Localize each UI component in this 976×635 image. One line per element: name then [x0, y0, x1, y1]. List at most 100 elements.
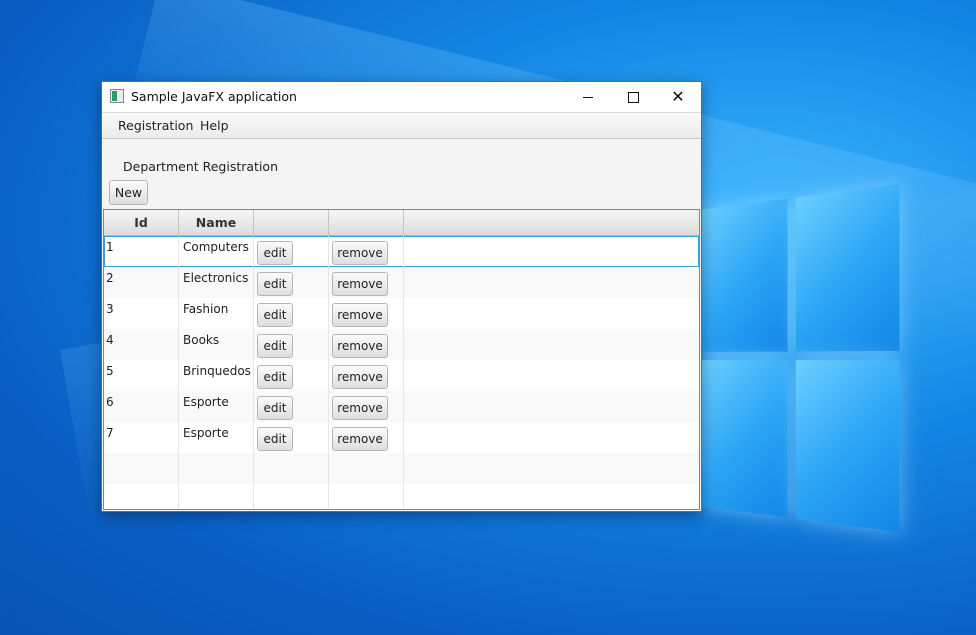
edit-button[interactable]: edit [257, 427, 293, 451]
filler-cell [404, 267, 699, 298]
javafx-app-icon [110, 89, 124, 103]
remove-button[interactable]: remove [332, 427, 388, 451]
edit-button[interactable]: edit [257, 241, 293, 265]
department-id: 1 [106, 240, 114, 254]
table-row[interactable]: 7 Esporte edit remove [104, 422, 699, 453]
id-cell [104, 453, 179, 484]
edit-button[interactable]: edit [257, 272, 293, 296]
close-icon: ✕ [671, 87, 685, 106]
close-button[interactable]: ✕ [655, 82, 701, 112]
edit-button[interactable]: edit [257, 303, 293, 327]
department-table: Id Name 1 Computers edit remove 2 Electronics… [103, 209, 700, 510]
table-header: Id Name [104, 210, 699, 236]
menu-bar: Registration Help [102, 112, 701, 139]
id-cell: 5 [104, 360, 179, 391]
empty-table-row[interactable] [104, 484, 699, 509]
filler-cell [404, 236, 699, 267]
table-row[interactable]: 5 Brinquedos edit remove [104, 360, 699, 391]
department-name: Fashion [183, 302, 229, 316]
name-cell [179, 484, 254, 509]
remove-button[interactable]: remove [332, 272, 388, 296]
menu-registration[interactable]: Registration [118, 118, 193, 133]
filler-cell [404, 391, 699, 422]
department-id: 4 [106, 333, 114, 347]
remove-button[interactable]: remove [332, 396, 388, 420]
remove-button[interactable]: remove [332, 365, 388, 389]
column-header-edit[interactable] [254, 210, 329, 235]
filler-cell [404, 329, 699, 360]
table-row[interactable]: 2 Electronics edit remove [104, 267, 699, 298]
remove-button[interactable]: remove [332, 303, 388, 327]
name-cell: Books [179, 329, 254, 360]
filler-cell [404, 360, 699, 391]
remove-button[interactable]: remove [332, 334, 388, 358]
maximize-button[interactable] [610, 82, 656, 112]
name-cell: Brinquedos [179, 360, 254, 391]
name-cell: Esporte [179, 422, 254, 453]
maximize-icon [627, 91, 639, 103]
department-id: 7 [106, 426, 114, 440]
title-bar[interactable]: Sample JavaFX application ✕ [102, 82, 701, 112]
table-row[interactable]: 4 Books edit remove [104, 329, 699, 360]
remove-cell: remove [329, 391, 404, 422]
table-row[interactable]: 6 Esporte edit remove [104, 391, 699, 422]
remove-cell: remove [329, 422, 404, 453]
edit-button[interactable]: edit [257, 365, 293, 389]
window-title: Sample JavaFX application [131, 89, 297, 104]
id-cell: 2 [104, 267, 179, 298]
department-name: Books [183, 333, 220, 347]
column-header-name[interactable]: Name [179, 210, 254, 235]
edit-button[interactable]: edit [257, 334, 293, 358]
name-cell: Electronics [179, 267, 254, 298]
name-cell [179, 453, 254, 484]
department-name: Computers [183, 240, 249, 254]
column-header-filler [404, 210, 699, 235]
edit-cell: edit [254, 422, 329, 453]
department-name: Esporte [183, 395, 229, 409]
filler-cell [404, 484, 699, 509]
edit-cell: edit [254, 298, 329, 329]
edit-cell: edit [254, 267, 329, 298]
id-cell: 4 [104, 329, 179, 360]
table-row[interactable]: 1 Computers edit remove [104, 236, 699, 267]
id-cell: 1 [104, 236, 179, 267]
minimize-button[interactable] [565, 82, 611, 112]
department-id: 5 [106, 364, 114, 378]
id-cell: 6 [104, 391, 179, 422]
section-title: Department Registration [123, 159, 278, 174]
department-id: 2 [106, 271, 114, 285]
column-header-id[interactable]: Id [104, 210, 179, 235]
windows-logo-icon [700, 183, 900, 533]
app-window: Sample JavaFX application ✕ Registration… [101, 81, 702, 512]
name-cell: Fashion [179, 298, 254, 329]
column-header-remove[interactable] [329, 210, 404, 235]
table-row[interactable]: 3 Fashion edit remove [104, 298, 699, 329]
remove-cell: remove [329, 267, 404, 298]
empty-table-row[interactable] [104, 453, 699, 484]
remove-cell: remove [329, 360, 404, 391]
menu-help[interactable]: Help [200, 118, 229, 133]
remove-cell: remove [329, 298, 404, 329]
minimize-icon [583, 96, 593, 98]
department-name: Brinquedos [183, 364, 251, 378]
remove-button[interactable]: remove [332, 241, 388, 265]
edit-cell: edit [254, 329, 329, 360]
edit-cell [254, 453, 329, 484]
remove-cell: remove [329, 329, 404, 360]
id-cell: 3 [104, 298, 179, 329]
remove-cell [329, 453, 404, 484]
department-name: Electronics [183, 271, 249, 285]
remove-cell [329, 484, 404, 509]
id-cell: 7 [104, 422, 179, 453]
edit-cell [254, 484, 329, 509]
department-id: 3 [106, 302, 114, 316]
id-cell [104, 484, 179, 509]
filler-cell [404, 453, 699, 484]
edit-cell: edit [254, 391, 329, 422]
department-id: 6 [106, 395, 114, 409]
name-cell: Computers [179, 236, 254, 267]
new-button[interactable]: New [109, 180, 148, 205]
edit-cell: edit [254, 360, 329, 391]
edit-button[interactable]: edit [257, 396, 293, 420]
name-cell: Esporte [179, 391, 254, 422]
